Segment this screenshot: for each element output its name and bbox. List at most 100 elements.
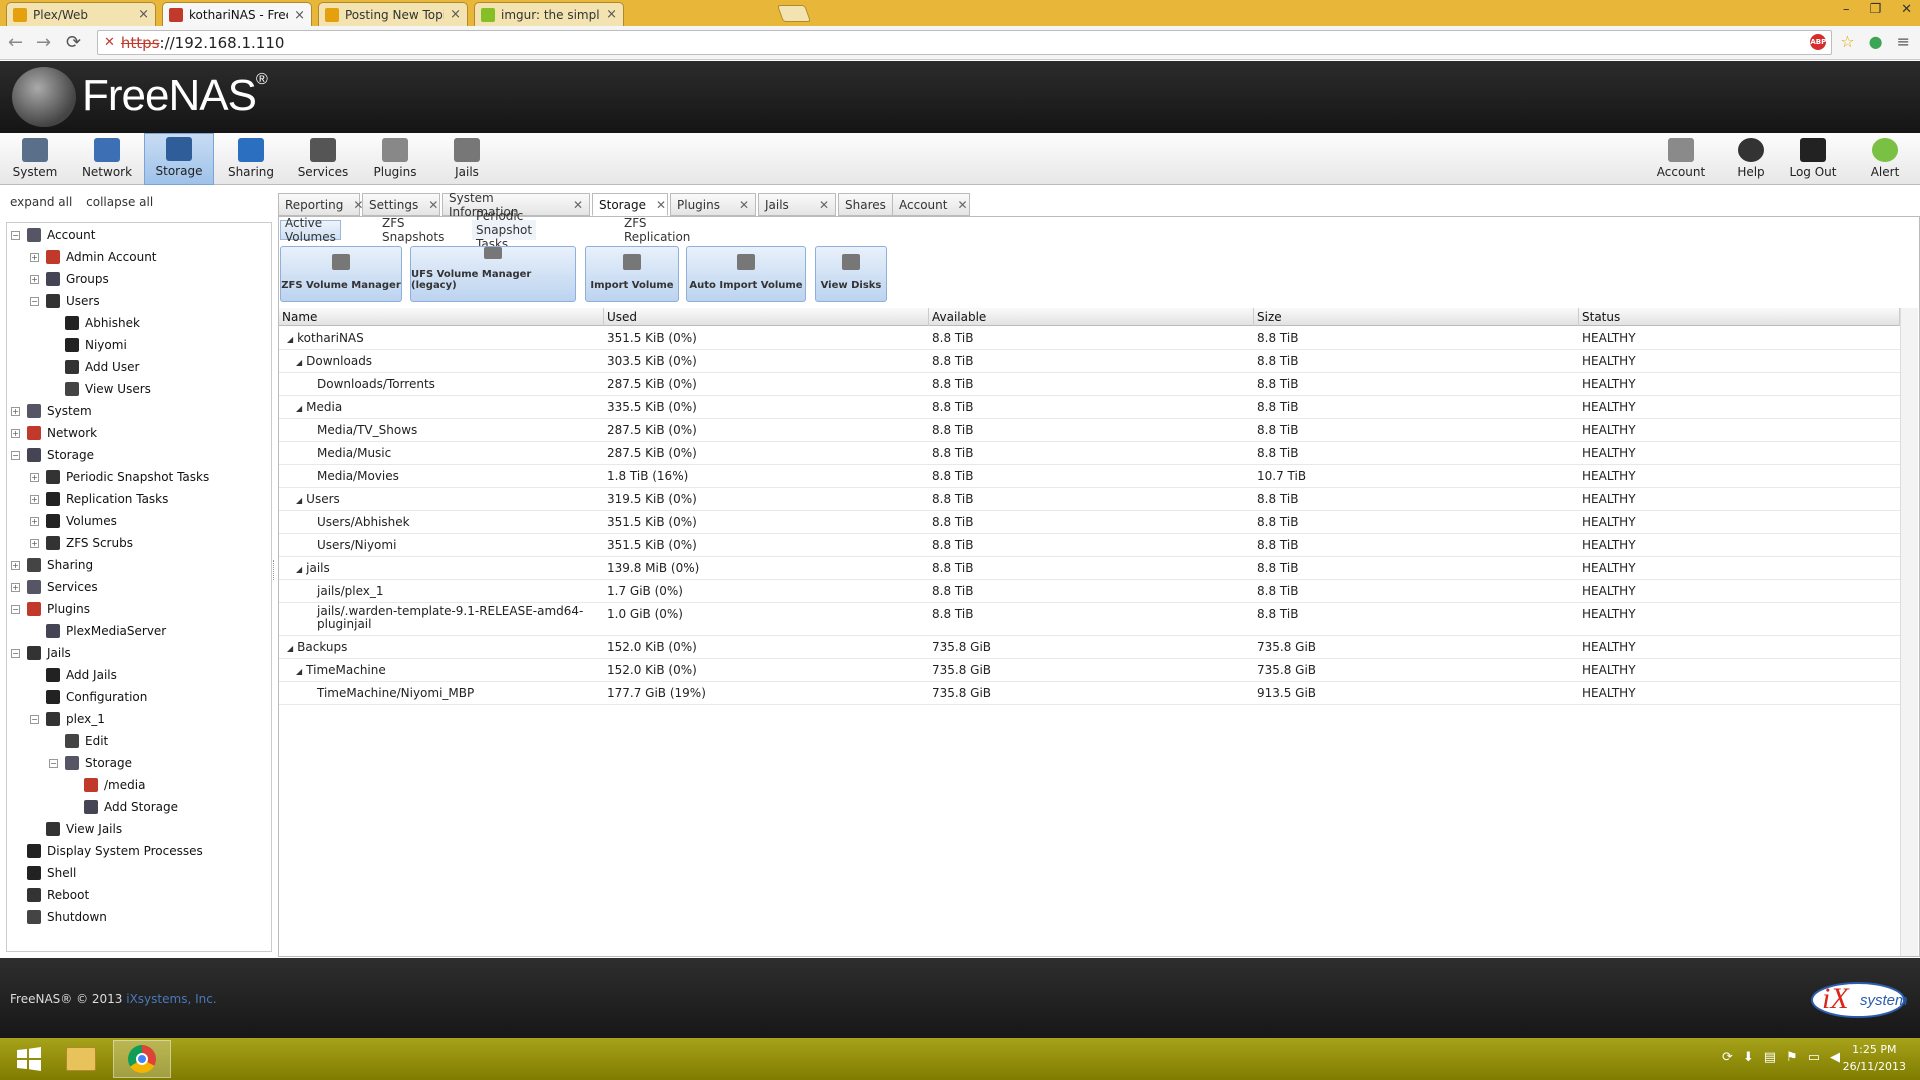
table-row[interactable]: TimeMachine/Niyomi_MBP 177.7 GiB (19%) 735… [279, 682, 1900, 705]
tree-item-display-system-processes[interactable]: Display System Processes [11, 841, 203, 861]
content-tab-storage[interactable]: Storage ✕ [592, 193, 668, 216]
table-row[interactable]: Users/Niyomi 351.5 KiB (0%) 8.8 TiB 8.8 TiB… [279, 534, 1900, 557]
table-row[interactable]: ◢ Backups 152.0 KiB (0%) 735.8 GiB 735.8 GiB… [279, 636, 1900, 659]
tab-close-icon[interactable]: ✕ [573, 198, 583, 212]
tray-display-icon[interactable]: ▭ [1808, 1050, 1820, 1065]
browser-tab-2[interactable]: kothariNAS - FreeNAS-9.1 × [162, 2, 312, 27]
tree-expander[interactable]: − [49, 758, 58, 768]
table-row[interactable]: ◢ Media 335.5 KiB (0%) 8.8 TiB 8.8 TiB HEALTH… [279, 396, 1900, 419]
address-bar[interactable]: ✕ https ://192.168.1.110 [97, 30, 1832, 55]
tray-flag-icon[interactable]: ⚑ [1786, 1050, 1798, 1065]
tree-item-jails[interactable]: − Jails [11, 643, 71, 663]
table-row[interactable]: Media/Music 287.5 KiB (0%) 8.8 TiB 8.8 TiB H… [279, 442, 1900, 465]
start-button[interactable] [0, 1040, 58, 1078]
expand-triangle-icon[interactable]: ◢ [296, 565, 302, 574]
table-row[interactable]: Users/Abhishek 351.5 KiB (0%) 8.8 TiB 8.8 T… [279, 511, 1900, 534]
zfs-volume-manager-button[interactable]: ZFS Volume Manager [280, 246, 402, 302]
forward-icon[interactable]: → [36, 32, 51, 53]
view-disks-button[interactable]: View Disks [815, 246, 887, 302]
tab-close-icon[interactable]: × [138, 7, 149, 22]
content-tab-jails[interactable]: Jails ✕ [758, 193, 836, 216]
tray-volume-icon[interactable]: ◀ [1830, 1050, 1840, 1065]
tree-item-services[interactable]: + Services [11, 577, 98, 597]
tab-close-icon[interactable]: × [294, 8, 305, 23]
nav-account[interactable]: Account [1648, 133, 1714, 185]
tray-sync-icon[interactable]: ⟳ [1722, 1050, 1733, 1065]
back-icon[interactable]: ← [8, 32, 23, 53]
tree-item-plexmediaserver[interactable]: PlexMediaServer [30, 621, 166, 641]
tree-item-add-storage[interactable]: Add Storage [68, 797, 178, 817]
column-header-size[interactable]: Size [1254, 308, 1579, 326]
tree-item-media[interactable]: /media [68, 775, 145, 795]
nav-alert[interactable]: Alert [1852, 133, 1918, 185]
tree-expander[interactable]: + [11, 582, 20, 592]
tray-download-icon[interactable]: ⬇ [1743, 1050, 1754, 1065]
tab-close-icon[interactable]: × [450, 7, 461, 22]
expand-triangle-icon[interactable]: ◢ [296, 667, 302, 676]
browser-tab-4[interactable]: imgur: the simple image s × [474, 2, 624, 26]
tree-item-storage[interactable]: − Storage [49, 753, 132, 773]
tree-expander[interactable]: + [30, 252, 39, 262]
tree-item-sharing[interactable]: + Sharing [11, 555, 93, 575]
grid-scrollbar[interactable] [1900, 308, 1918, 956]
expand-triangle-icon[interactable]: ◢ [296, 404, 302, 413]
tree-expander[interactable]: + [30, 516, 39, 526]
expand-triangle-icon[interactable]: ◢ [287, 644, 293, 653]
tab-close-icon[interactable]: ✕ [957, 198, 967, 212]
tree-item-plugins[interactable]: − Plugins [11, 599, 90, 619]
expand-triangle-icon[interactable]: ◢ [296, 358, 302, 367]
column-header-status[interactable]: Status [1579, 308, 1900, 326]
nav-storage[interactable]: Storage [144, 133, 214, 185]
tree-expander[interactable]: + [30, 494, 39, 504]
tree-item-volumes[interactable]: + Volumes [30, 511, 117, 531]
table-row[interactable]: Downloads/Torrents 287.5 KiB (0%) 8.8 TiB 8… [279, 373, 1900, 396]
tree-item-reboot[interactable]: Reboot [11, 885, 89, 905]
tree-expander[interactable]: − [11, 450, 20, 460]
nav-services[interactable]: Services [288, 133, 358, 185]
taskbar-explorer[interactable] [52, 1040, 110, 1078]
tree-item-replication-tasks[interactable]: + Replication Tasks [30, 489, 168, 509]
tree-item-niyomi[interactable]: Niyomi [49, 335, 127, 355]
content-tab-reporting[interactable]: Reporting ✕ [278, 193, 363, 216]
tree-item-account[interactable]: − Account [11, 225, 95, 245]
table-row[interactable]: jails/.warden-template-9.1-RELEASE-amd64… [279, 603, 1900, 636]
nav-log-out[interactable]: Log Out [1780, 133, 1846, 185]
browser-tab-1[interactable]: Plex/Web × [6, 2, 156, 26]
tree-item-zfs-scrubs[interactable]: + ZFS Scrubs [30, 533, 133, 553]
nav-system[interactable]: System [0, 133, 70, 185]
table-row[interactable]: ◢ TimeMachine 152.0 KiB (0%) 735.8 GiB 735.8… [279, 659, 1900, 682]
tab-close-icon[interactable]: ✕ [739, 198, 749, 212]
table-row[interactable]: jails/plex_1 1.7 GiB (0%) 8.8 TiB 8.8 TiB HE… [279, 580, 1900, 603]
content-tab-settings[interactable]: Settings ✕ [362, 193, 440, 216]
table-row[interactable]: ◢ Users 319.5 KiB (0%) 8.8 TiB 8.8 TiB HEALTH… [279, 488, 1900, 511]
tree-expander[interactable]: + [30, 274, 39, 284]
tree-expander[interactable]: − [11, 648, 20, 658]
tree-item-add-user[interactable]: Add User [49, 357, 139, 377]
tree-expander[interactable]: − [30, 714, 39, 724]
tree-item-users[interactable]: − Users [30, 291, 100, 311]
subtab-zfs-snapshots[interactable]: ZFS Snapshots [378, 216, 448, 244]
column-header-available[interactable]: Available [929, 308, 1254, 326]
tree-item-admin-account[interactable]: + Admin Account [30, 247, 157, 267]
tab-close-icon[interactable]: × [606, 7, 617, 22]
nav-network[interactable]: Network [72, 133, 142, 185]
pane-splitter[interactable] [273, 560, 276, 580]
tree-expander[interactable]: + [30, 538, 39, 548]
expand-triangle-icon[interactable]: ◢ [287, 335, 293, 344]
expand-triangle-icon[interactable]: ◢ [296, 496, 302, 505]
tree-item-shell[interactable]: Shell [11, 863, 76, 883]
table-row[interactable]: Media/Movies 1.8 TiB (16%) 8.8 TiB 10.7 TiB… [279, 465, 1900, 488]
tab-close-icon[interactable]: ✕ [656, 198, 666, 212]
table-row[interactable]: ◢ jails 139.8 MiB (0%) 8.8 TiB 8.8 TiB HEALTH… [279, 557, 1900, 580]
table-row[interactable]: Media/TV_Shows 287.5 KiB (0%) 8.8 TiB 8.8 T… [279, 419, 1900, 442]
browser-tab-3[interactable]: Posting New Topic - Plex × [318, 2, 468, 26]
tree-item-shutdown[interactable]: Shutdown [11, 907, 107, 927]
content-tab-plugins[interactable]: Plugins ✕ [670, 193, 756, 216]
content-tab-account[interactable]: Account ✕ [892, 193, 970, 216]
tab-close-icon[interactable]: ✕ [428, 198, 438, 212]
taskbar-clock[interactable]: 1:25 PM 26/11/2013 [1843, 1041, 1906, 1075]
tree-item-groups[interactable]: + Groups [30, 269, 109, 289]
tree-expander[interactable]: − [30, 296, 39, 306]
tree-item-periodic-snapshot-tasks[interactable]: + Periodic Snapshot Tasks [30, 467, 209, 487]
taskbar-chrome[interactable] [113, 1040, 171, 1078]
